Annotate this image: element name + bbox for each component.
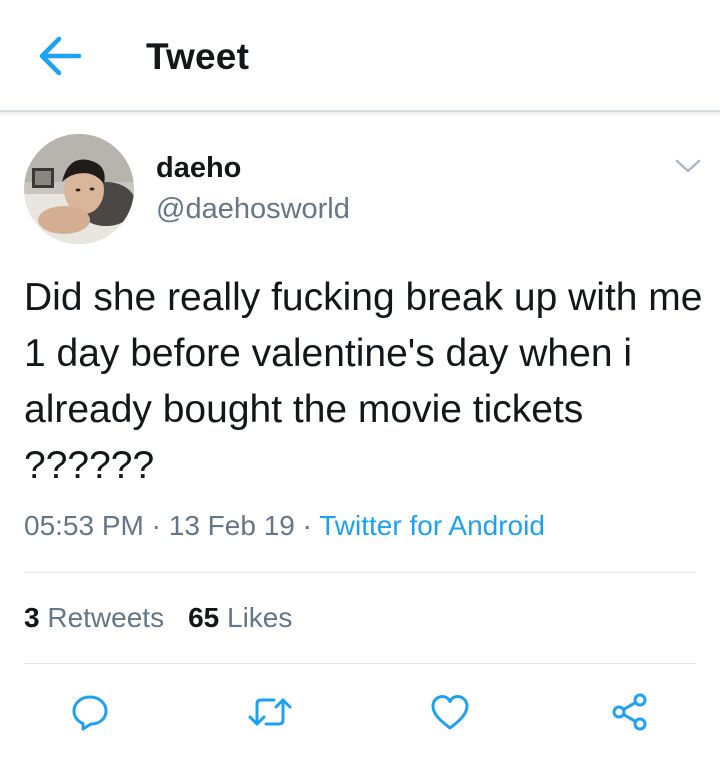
retweet-button[interactable] <box>240 682 300 742</box>
share-button[interactable] <box>600 682 660 742</box>
retweet-icon <box>248 698 292 726</box>
retweets-count: 3 <box>24 602 40 633</box>
meta-separator: · <box>143 510 169 541</box>
retweets-label: Retweets <box>47 602 165 633</box>
profile-photo <box>24 134 134 244</box>
reply-icon <box>72 695 108 731</box>
back-button[interactable] <box>30 28 90 84</box>
avatar[interactable] <box>24 134 134 244</box>
tweet-meta: 05:53 PM · 13 Feb 19 · Twitter for Andro… <box>24 510 545 542</box>
likes-label: Likes <box>227 602 293 633</box>
divider <box>24 663 696 664</box>
tweet-text: Did she really fucking break up with me … <box>24 276 703 487</box>
tweet-source-link[interactable]: Twitter for Android <box>319 510 545 541</box>
chevron-down-icon <box>675 159 701 173</box>
top-bar: Tweet <box>0 0 720 112</box>
user-handle[interactable]: @daehosworld <box>156 193 350 226</box>
tweet-menu-button[interactable] <box>668 150 708 182</box>
arrow-left-icon <box>39 36 82 76</box>
action-bar <box>0 682 720 742</box>
meta-separator: · <box>294 510 320 541</box>
divider <box>24 572 696 573</box>
display-name[interactable]: daeho <box>156 152 241 185</box>
retweets-stat[interactable]: 3 Retweets <box>24 602 164 633</box>
page-title: Tweet <box>146 36 250 77</box>
tweet-stats: 3 Retweets 65 Likes <box>24 602 292 634</box>
like-button[interactable] <box>420 682 480 742</box>
tweet-date: 13 Feb 19 <box>168 510 295 541</box>
likes-stat[interactable]: 65 Likes <box>188 602 292 633</box>
like-icon <box>431 695 469 730</box>
share-icon <box>612 693 647 731</box>
reply-button[interactable] <box>60 682 120 742</box>
likes-count: 65 <box>188 602 220 633</box>
tweet-time: 05:53 PM <box>24 510 144 541</box>
